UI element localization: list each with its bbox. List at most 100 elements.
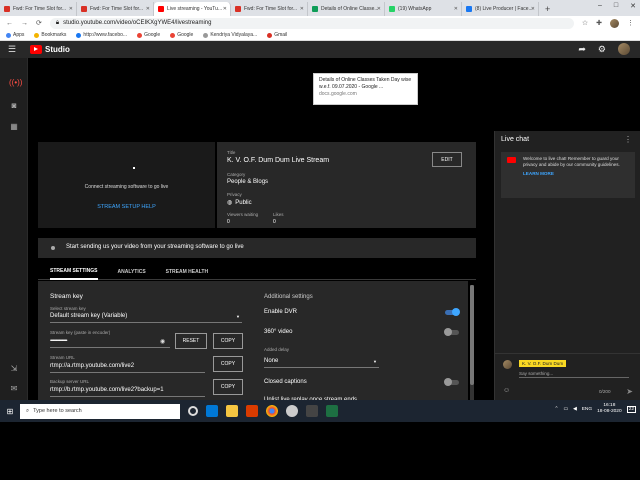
- chrome-icon[interactable]: [266, 405, 278, 417]
- stream-setup-help-link[interactable]: STREAM SETUP HELP: [38, 204, 215, 210]
- browser-tab[interactable]: (19) WhatsApp ✕: [385, 2, 462, 16]
- studio-logo[interactable]: Studio: [30, 45, 70, 54]
- browser-tab[interactable]: Fwd: For Time Slot for... ✕: [0, 2, 77, 16]
- stream-url-field[interactable]: rtmp://a.rtmp.youtube.com/live2: [50, 363, 205, 373]
- share-icon[interactable]: ➦: [578, 44, 586, 55]
- menu-icon[interactable]: ☰: [8, 44, 22, 55]
- chat-message-input[interactable]: Say something...: [519, 371, 629, 378]
- viewers-label: Viewers waiting: [227, 212, 259, 217]
- tab-close-icon[interactable]: ✕: [300, 6, 304, 12]
- tab-close-icon[interactable]: ✕: [454, 6, 458, 12]
- settings-gear-icon[interactable]: ⚙: [598, 44, 606, 55]
- browser-tab[interactable]: Details of Online Classe... ✕: [308, 2, 385, 16]
- browser-tab[interactable]: Live streaming - YouTu... ✕: [154, 2, 231, 16]
- clock[interactable]: 16:18 18-08-2020: [597, 403, 622, 415]
- bookmark-bookmarks[interactable]: Bookmarks: [34, 32, 66, 38]
- app-icon[interactable]: [306, 405, 318, 417]
- emoji-icon[interactable]: ☺: [503, 387, 510, 394]
- tab-favicon-icon: [4, 6, 10, 12]
- reset-button[interactable]: RESET: [175, 333, 207, 349]
- volume-icon[interactable]: ◀: [573, 407, 577, 412]
- tab-close-icon[interactable]: ✕: [146, 6, 150, 12]
- office-icon[interactable]: [246, 405, 258, 417]
- windows-start-icon[interactable]: ⊞: [0, 400, 20, 422]
- calendar-icon[interactable]: ▦: [9, 122, 19, 132]
- scrollbar-thumb[interactable]: [470, 285, 474, 385]
- more-options-icon[interactable]: ⋮: [624, 135, 632, 144]
- browser-tab[interactable]: Fwd: For Time Slot for... ✕: [77, 2, 154, 16]
- bookmarks-bar: Apps Bookmarks http://www.facebo... Goog…: [0, 30, 640, 41]
- tab-label: (19) WhatsApp: [398, 6, 432, 12]
- dvr-toggle[interactable]: [445, 308, 460, 316]
- stream-key-select[interactable]: Default stream key (Variable) ▼: [50, 313, 242, 323]
- send-icon[interactable]: ➤: [626, 387, 633, 396]
- extension-icon[interactable]: ✚: [596, 19, 602, 27]
- maximize-icon[interactable]: □: [614, 2, 618, 10]
- settings-app-icon[interactable]: [286, 405, 298, 417]
- tab-analytics[interactable]: ANALYTICS: [118, 264, 146, 280]
- window-controls: – □ ✕: [598, 2, 636, 10]
- tab-label: Details of Online Classe...: [321, 6, 379, 12]
- forward-icon[interactable]: →: [21, 20, 28, 27]
- stream-icon[interactable]: ((•)): [9, 78, 22, 88]
- bookmark-google-1[interactable]: Google: [137, 32, 160, 38]
- browser-tab[interactable]: Fwd: For Time Slot for... ✕: [231, 2, 308, 16]
- status-dot-icon: [51, 246, 55, 250]
- visibility-off-icon[interactable]: ◉: [160, 338, 165, 345]
- enable-dvr-label: Enable DVR: [264, 309, 298, 315]
- delay-select[interactable]: None ▼: [264, 358, 379, 368]
- reload-icon[interactable]: ⟳: [36, 19, 42, 27]
- tab-favicon-icon: [158, 6, 164, 12]
- close-window-icon[interactable]: ✕: [630, 2, 636, 10]
- camera-icon[interactable]: ◙: [9, 101, 19, 111]
- copy-key-button[interactable]: COPY: [213, 333, 243, 349]
- network-icon[interactable]: ▭: [563, 407, 568, 412]
- edit-button[interactable]: EDIT: [432, 152, 462, 167]
- bookmark-gmail[interactable]: Gmail: [267, 32, 287, 38]
- backup-url-field[interactable]: rtmp://b.rtmp.youtube.com/live2?backup=1: [50, 387, 205, 397]
- copy-backup-button[interactable]: COPY: [213, 379, 243, 395]
- new-tab-button[interactable]: +: [545, 2, 550, 16]
- stream-key-field[interactable]: ••••••••••••••••••••••: [50, 338, 170, 348]
- tab-favicon-icon: [389, 6, 395, 12]
- apps-icon: [6, 32, 11, 38]
- notification-badge[interactable]: 22: [626, 405, 636, 413]
- chat-avatar: [503, 360, 512, 369]
- profile-avatar[interactable]: [610, 18, 619, 28]
- url-input[interactable]: 🔒︎ studio.youtube.com/video/oCEIKXgYWE4/…: [49, 17, 574, 29]
- tab-close-icon[interactable]: ✕: [531, 6, 535, 12]
- account-avatar[interactable]: [618, 43, 630, 55]
- tray-arrow-icon[interactable]: ⌃: [554, 407, 558, 412]
- stream-preview: Connect streaming software to go live ST…: [38, 142, 215, 228]
- tab-close-icon[interactable]: ✕: [69, 6, 73, 12]
- bookmark-apps[interactable]: Apps: [6, 32, 24, 38]
- tab-stream-health[interactable]: STREAM HEALTH: [166, 264, 208, 280]
- bookmark-facebook[interactable]: http://www.facebo...: [76, 32, 127, 38]
- feedback-icon[interactable]: ✉: [9, 384, 19, 394]
- settings-scrollbar[interactable]: [470, 285, 474, 400]
- video-360-toggle[interactable]: [444, 328, 459, 336]
- minimize-icon[interactable]: –: [598, 2, 602, 10]
- tab-favicon-icon: [466, 6, 472, 12]
- file-explorer-icon[interactable]: [226, 405, 238, 417]
- back-icon[interactable]: ←: [6, 20, 13, 27]
- tab-close-icon[interactable]: ✕: [223, 6, 227, 12]
- cortana-icon[interactable]: [188, 406, 198, 416]
- bookmark-kendriya[interactable]: Kendriya Vidyalaya...: [203, 32, 257, 38]
- taskbar-search-input[interactable]: ⌕ Type here to search: [20, 403, 180, 419]
- browser-tab[interactable]: (8) Live Producer | Face... ✕: [462, 2, 539, 16]
- tab-label: Fwd: For Time Slot for...: [13, 6, 67, 12]
- browser-menu-icon[interactable]: ⋮: [627, 19, 634, 27]
- live-chat-title: Live chat: [501, 136, 530, 143]
- tab-stream-settings[interactable]: STREAM SETTINGS: [50, 264, 98, 280]
- language-indicator[interactable]: ENG: [582, 407, 592, 412]
- bookmark-google-2[interactable]: Google: [170, 32, 193, 38]
- excel-icon[interactable]: [326, 405, 338, 417]
- learn-more-link[interactable]: LEARN MORE: [523, 171, 629, 177]
- exit-icon[interactable]: ⇲: [9, 364, 19, 374]
- copy-url-button[interactable]: COPY: [213, 356, 243, 372]
- bookmark-star-icon[interactable]: ☆: [582, 19, 588, 27]
- edge-icon[interactable]: [206, 405, 218, 417]
- tab-close-icon[interactable]: ✕: [377, 6, 381, 12]
- captions-toggle[interactable]: [444, 378, 459, 386]
